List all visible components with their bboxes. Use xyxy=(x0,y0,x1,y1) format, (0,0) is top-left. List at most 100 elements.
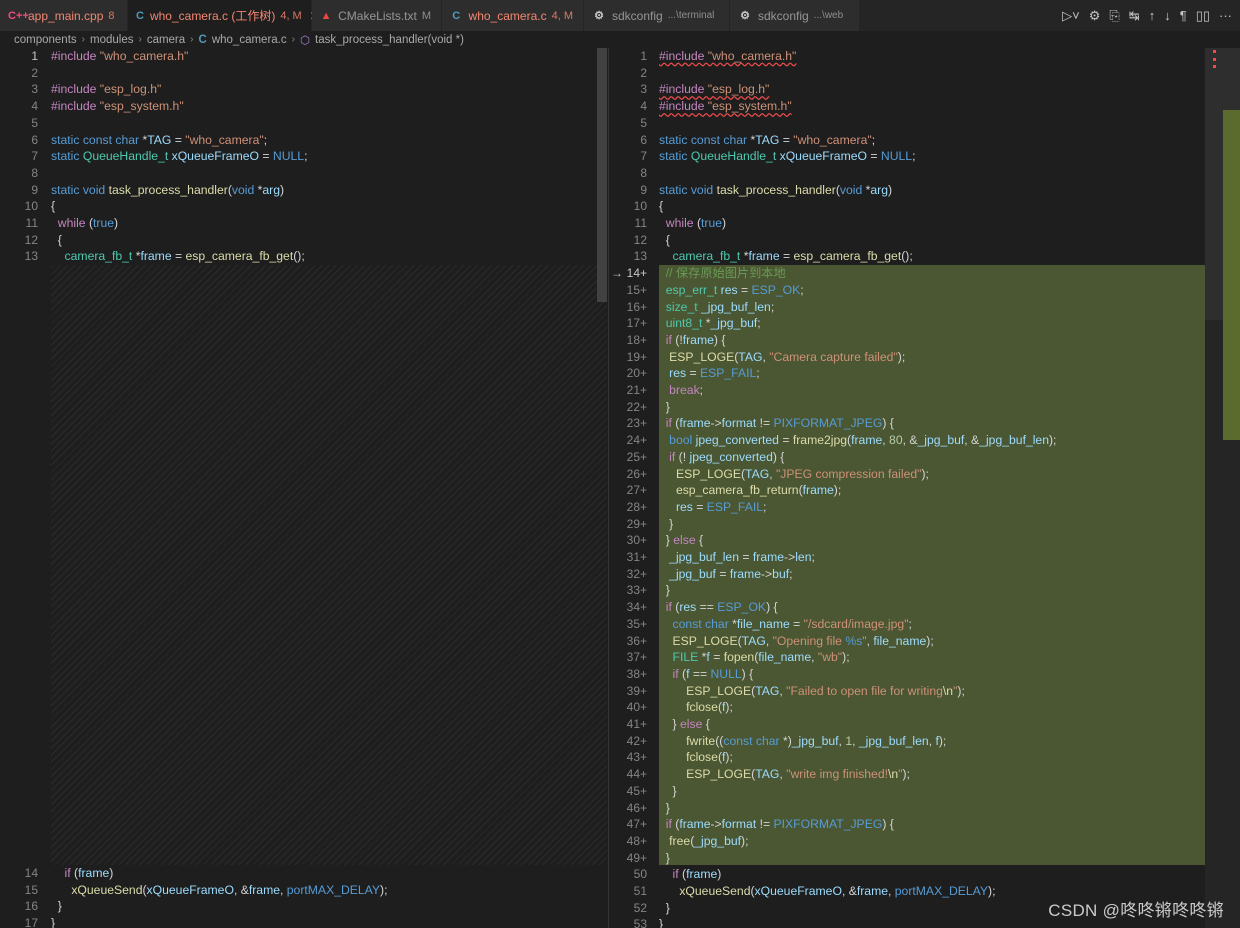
added-code-line[interactable]: fclose(f); xyxy=(659,699,733,716)
code-line[interactable]: } xyxy=(659,900,670,917)
code-line[interactable]: } xyxy=(659,916,663,928)
added-code-line[interactable]: fclose(f); xyxy=(659,749,733,766)
code-line[interactable]: { xyxy=(51,232,62,249)
code-line[interactable]: #include "esp_system.h" xyxy=(51,98,184,115)
breadcrumb-modules[interactable]: modules xyxy=(90,34,133,46)
breadcrumb-symbol[interactable]: task_process_handler(void *) xyxy=(315,34,464,46)
added-code-line[interactable]: } xyxy=(659,850,670,867)
code-line[interactable]: static const char *TAG = "who_camera"; xyxy=(659,132,875,149)
code-line[interactable]: if (frame) xyxy=(51,865,114,882)
added-code-line[interactable]: ESP_LOGE(TAG, "Camera capture failed"); xyxy=(659,349,905,366)
added-code-line[interactable]: fwrite((const char *)_jpg_buf, 1, _jpg_b… xyxy=(659,733,946,750)
added-code-line[interactable]: if (frame->format != PIXFORMAT_JPEG) { xyxy=(659,816,894,833)
code-line[interactable]: } xyxy=(51,898,62,915)
added-code-line[interactable]: } xyxy=(659,582,670,599)
added-code-line[interactable]: } xyxy=(659,800,670,817)
code-token: _jpg_buf xyxy=(791,733,839,748)
pilcrow-icon[interactable]: ¶ xyxy=(1180,8,1187,23)
split-editor-icon[interactable]: ▯▯ xyxy=(1196,8,1210,24)
added-code-line[interactable]: ESP_LOGE(TAG, "JPEG compression failed")… xyxy=(659,466,929,483)
code-line[interactable]: static void task_process_handler(void *a… xyxy=(51,182,284,199)
more-icon[interactable]: ··· xyxy=(1219,8,1232,23)
added-code-line[interactable]: // 保存原始图片到本地 xyxy=(659,265,786,282)
code-token: -> xyxy=(760,566,773,581)
added-code-line[interactable]: res = ESP_FAIL; xyxy=(659,365,759,382)
code-line[interactable]: { xyxy=(659,232,670,249)
code-line[interactable]: camera_fb_t *frame = esp_camera_fb_get()… xyxy=(51,248,305,265)
code-line[interactable]: static const char *TAG = "who_camera"; xyxy=(51,132,267,149)
code-line[interactable]: xQueueSend(xQueueFrameO, &frame, portMAX… xyxy=(659,883,995,900)
diff-swap-icon[interactable]: ↹ xyxy=(1129,8,1140,24)
tab-who-camera-c[interactable]: Cwho_camera.c 4, M xyxy=(442,0,584,31)
tab-who-camera-c[interactable]: Cwho_camera.c (工作树)4, M✕ xyxy=(128,0,320,31)
code-token: void xyxy=(231,182,258,197)
overview-ruler[interactable] xyxy=(1205,48,1240,928)
code-token: ; xyxy=(908,616,912,631)
tab-sdkconfig[interactable]: ⚙ sdkconfig ...\web xyxy=(730,0,860,31)
added-code-line[interactable]: } xyxy=(659,399,670,416)
added-code-line[interactable]: free(_jpg_buf); xyxy=(659,833,748,850)
code-line[interactable]: while (true) xyxy=(659,215,726,232)
run-debug-icon[interactable]: ▷˅ xyxy=(1062,8,1080,24)
code-token: static xyxy=(659,149,691,164)
code-line[interactable]: } xyxy=(51,915,55,928)
added-code-line[interactable]: if (frame->format != PIXFORMAT_JPEG) { xyxy=(659,415,894,432)
tab-app-main-cpp[interactable]: C++ app_main.cpp 8 xyxy=(0,0,128,31)
added-code-line[interactable]: ESP_LOGE(TAG, "Failed to open file for w… xyxy=(659,683,965,700)
added-code-line[interactable]: ESP_LOGE(TAG, "write img finished!\n"); xyxy=(659,766,910,783)
arrow-down-icon[interactable]: ↓ xyxy=(1164,8,1171,23)
code-line[interactable]: while (true) xyxy=(51,215,118,232)
added-code-line[interactable]: const char *file_name = "/sdcard/image.j… xyxy=(659,616,912,633)
added-code-line[interactable]: uint8_t *_jpg_buf; xyxy=(659,315,761,332)
diff-modified-editor[interactable]: 1 2 3 4 5 6 7 8 9 10 11 12 13 14+ 15+ 16+ 17+ 18+ 19+ 20+ 21… xyxy=(608,48,1240,928)
added-code-line[interactable]: _jpg_buf = frame->buf; xyxy=(659,566,792,583)
code-token: size_t xyxy=(665,299,702,314)
breadcrumb-components[interactable]: components xyxy=(14,34,77,46)
code-token: "/sdcard/image.jpg" xyxy=(803,616,909,631)
added-code-line[interactable]: if (res == ESP_OK) { xyxy=(659,599,778,616)
added-code-line[interactable]: break; xyxy=(659,382,703,399)
code-line[interactable]: #include "esp_log.h" xyxy=(51,81,161,98)
code-token: fclose xyxy=(686,750,718,765)
line-number: 28+ xyxy=(626,499,647,514)
code-token: frame xyxy=(851,433,883,448)
code-line[interactable]: static QueueHandle_t xQueueFrameO = NULL… xyxy=(51,148,307,165)
added-code-line[interactable]: } else { xyxy=(659,532,703,549)
code-line[interactable]: camera_fb_t *frame = esp_camera_fb_get()… xyxy=(659,248,913,265)
added-code-line[interactable]: esp_err_t res = ESP_OK; xyxy=(659,282,804,299)
added-code-line[interactable]: size_t _jpg_buf_len; xyxy=(659,299,774,316)
code-line[interactable]: #include "who_camera.h" xyxy=(659,48,796,65)
added-code-line[interactable]: _jpg_buf_len = frame->len; xyxy=(659,549,815,566)
breadcrumb-camera[interactable]: camera xyxy=(147,34,185,46)
added-code-line[interactable]: ESP_LOGE(TAG, "Opening file %s", file_na… xyxy=(659,633,934,650)
code-line[interactable]: #include "esp_log.h" xyxy=(659,81,769,98)
open-changes-icon[interactable]: ⎘ xyxy=(1109,8,1119,24)
tab-sdkconfig[interactable]: ⚙ sdkconfig ...\terminal xyxy=(584,0,730,31)
added-code-line[interactable]: res = ESP_FAIL; xyxy=(659,499,766,516)
code-line[interactable]: if (frame) xyxy=(659,866,722,883)
vertical-scrollbar[interactable] xyxy=(597,48,607,302)
code-line[interactable]: xQueueSend(xQueueFrameO, &frame, portMAX… xyxy=(51,882,387,899)
code-line[interactable]: #include "esp_system.h" xyxy=(659,98,792,115)
code-line[interactable]: #include "who_camera.h" xyxy=(51,48,188,65)
added-code-line[interactable]: } xyxy=(659,783,677,800)
file-type-icon: C xyxy=(452,9,461,22)
code-line[interactable]: { xyxy=(51,198,55,215)
added-code-line[interactable]: } else { xyxy=(659,716,710,733)
code-line[interactable]: static void task_process_handler(void *a… xyxy=(659,182,892,199)
arrow-up-icon[interactable]: ↑ xyxy=(1149,8,1156,23)
added-code-line[interactable]: if (f == NULL) { xyxy=(659,666,754,683)
code-line[interactable]: { xyxy=(659,198,663,215)
breadcrumb-file[interactable]: who_camera.c xyxy=(212,34,287,46)
added-code-line[interactable]: esp_camera_fb_return(frame); xyxy=(659,482,841,499)
added-code-line[interactable]: } xyxy=(659,516,673,533)
diff-original-editor[interactable]: 1 2 3 4 5 6 7 8 9 10 11 12 13 14 15 16 17 #include "who_… xyxy=(0,48,608,928)
code-line[interactable]: static QueueHandle_t xQueueFrameO = NULL… xyxy=(659,148,915,165)
added-code-line[interactable]: FILE *f = fopen(file_name, "wb"); xyxy=(659,649,850,666)
added-code-line[interactable]: if (! jpeg_converted) { xyxy=(659,449,784,466)
tab-cmakelists-txt[interactable]: ▲ CMakeLists.txt M xyxy=(312,0,442,31)
added-code-line[interactable]: if (!frame) { xyxy=(659,332,726,349)
settings-gear-icon[interactable]: ⚙ xyxy=(1089,8,1101,24)
added-code-line[interactable]: bool jpeg_converted = frame2jpg(frame, 8… xyxy=(659,432,1056,449)
